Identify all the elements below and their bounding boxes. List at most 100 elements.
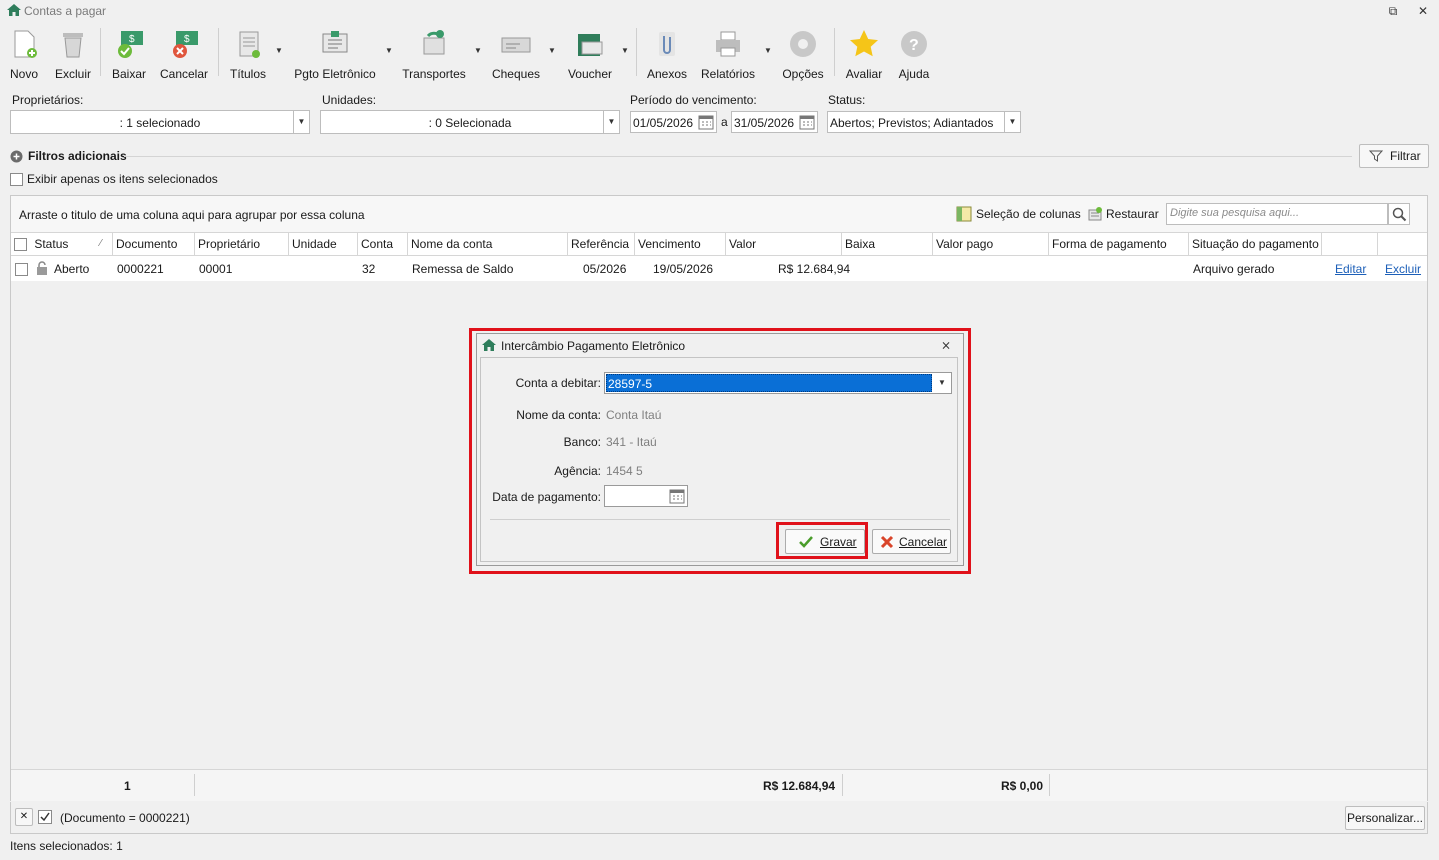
selecao-colunas-button[interactable]: Seleção de colunas [976,207,1081,221]
conta-debitar-combo[interactable]: 28597-5 ▼ [604,372,952,394]
calendar-icon[interactable] [698,114,714,130]
expand-plus-icon[interactable] [10,150,23,163]
pgto-eletronico-button[interactable]: Pgto Eletrônico [290,26,380,81]
pgto-eletronico-label: Pgto Eletrônico [294,67,376,81]
search-input[interactable]: Digite sua pesquisa aqui... [1166,203,1388,225]
transfer-icon [423,30,445,55]
exibir-apenas-checkbox[interactable] [10,173,23,186]
unidades-label: Unidades: [322,93,377,107]
nome-conta-label: Nome da conta: [516,408,601,422]
group-area[interactable]: Arraste o titulo de uma coluna aqui para… [11,196,1427,233]
voucher-button[interactable]: Voucher [564,26,616,81]
transportes-label: Transportes [402,67,466,81]
restore-icon[interactable]: ⧉ [1385,3,1401,19]
column-header-proprietario[interactable]: Proprietário [195,233,289,255]
cheques-dropdown-icon[interactable]: ▼ [548,46,556,55]
data-pagamento-field[interactable] [604,485,688,507]
relatorios-button[interactable]: Relatórios [698,26,758,81]
excluir-link[interactable]: Excluir [1385,262,1421,276]
column-header-situacao[interactable]: Situação do pagamento [1189,233,1322,255]
proprietarios-combo[interactable]: : 1 selecionado ▼ [10,110,310,134]
column-header-forma-pagamento[interactable]: Forma de pagamento [1049,233,1189,255]
clear-filter-button[interactable]: ✕ [15,808,33,826]
avaliar-button[interactable]: Avaliar [842,26,886,81]
banco-label: Banco: [563,435,601,449]
anexos-button[interactable]: Anexos [644,26,690,81]
column-header-valor-pago[interactable]: Valor pago [933,233,1049,255]
exibir-apenas-label: Exibir apenas os itens selecionados [27,172,218,186]
column-header-valor[interactable]: Valor [726,233,842,255]
sort-icon: ⁄ [100,238,102,249]
divider [124,156,1352,157]
filter-enabled-checkbox[interactable] [38,810,52,824]
column-header-referencia[interactable]: Referência [568,233,635,255]
chevron-down-icon[interactable]: ▼ [293,111,309,133]
opcoes-button[interactable]: Opções [780,26,826,81]
filtros-adicionais-label[interactable]: Filtros adicionais [28,149,127,163]
unidades-value: : 0 Selecionada [428,116,512,130]
titulos-button[interactable]: Títulos [226,26,270,81]
electronic-payment-icon [322,31,348,53]
titulos-dropdown-icon[interactable]: ▼ [275,46,283,55]
column-header-unidade[interactable]: Unidade [289,233,358,255]
chevron-down-icon[interactable]: ▼ [933,373,951,393]
cancelar-label: Cancelar [159,67,209,81]
voucher-dropdown-icon[interactable]: ▼ [621,46,629,55]
pgto-dropdown-icon[interactable]: ▼ [385,46,393,55]
chevron-down-icon[interactable]: ▼ [603,111,619,133]
divider [490,519,950,520]
close-icon[interactable]: ✕ [1415,3,1431,19]
transportes-dropdown-icon[interactable]: ▼ [474,46,482,55]
calendar-icon[interactable] [669,488,685,504]
editar-link[interactable]: Editar [1335,262,1366,276]
novo-button[interactable]: Novo [4,26,44,81]
date-to-field[interactable]: 31/05/2026 [731,111,818,133]
excluir-button[interactable]: Excluir [52,26,94,81]
cheques-label: Cheques [491,67,541,81]
relatorios-dropdown-icon[interactable]: ▼ [764,46,772,55]
column-header-status[interactable]: Status ⁄ [11,233,113,255]
conta-debitar-value: 28597-5 [608,377,653,391]
cancelar-button[interactable]: $ Cancelar [158,26,210,81]
unidades-combo[interactable]: : 0 Selecionada ▼ [320,110,620,134]
filter-expression[interactable]: (Documento = 0000221) [60,811,190,825]
date-from-value: 01/05/2026 [633,116,694,130]
svg-text:$: $ [184,34,190,45]
column-header-conta[interactable]: Conta [358,233,408,255]
status-combo[interactable]: Abertos; Previstos; Adiantados ▼ [827,111,1021,133]
table-row[interactable]: Aberto 0000221 00001 32 Remessa de Saldo… [11,256,1427,281]
select-all-checkbox[interactable] [14,238,27,252]
footer-count: 1 [124,779,131,793]
footer-separator [194,774,195,796]
cancelar-dialog-button[interactable]: Cancelar [872,529,951,554]
baixar-label: Baixar [111,67,146,81]
personalizar-button[interactable]: Personalizar... [1345,806,1425,830]
filtrar-button[interactable]: Filtrar [1359,144,1429,168]
column-header-nome-conta[interactable]: Nome da conta [408,233,568,255]
nome-conta-value: Conta Itaú [606,408,662,422]
cell-documento: 0000221 [117,262,164,276]
chevron-down-icon[interactable]: ▼ [1004,112,1020,132]
money-cancel-icon: $ [173,31,198,58]
window-title: Contas a pagar [24,4,107,18]
excluir-label: Excluir [54,67,91,81]
column-header-documento[interactable]: Documento [113,233,195,255]
restaurar-button[interactable]: Restaurar [1106,207,1159,221]
calendar-icon[interactable] [799,114,815,130]
search-icon [1392,207,1407,222]
ajuda-button[interactable]: ? Ajuda [892,26,936,81]
ajuda-label: Ajuda [898,67,930,81]
search-button[interactable] [1388,203,1410,225]
transportes-button[interactable]: Transportes [400,26,468,81]
row-checkbox[interactable] [15,263,28,276]
column-header-baixa[interactable]: Baixa [842,233,933,255]
voucher-icon [578,34,603,56]
cheques-button[interactable]: Cheques [490,26,542,81]
dialog-close-icon[interactable]: ⨯ [941,338,951,352]
grid-header: Status ⁄ Documento Proprietário Unidade … [11,233,1427,256]
column-header-vencimento[interactable]: Vencimento [635,233,726,255]
date-from-field[interactable]: 01/05/2026 [630,111,717,133]
toolbar-separator [218,28,219,76]
baixar-button[interactable]: $ Baixar [108,26,150,81]
close-icon: ✕ [19,811,29,822]
